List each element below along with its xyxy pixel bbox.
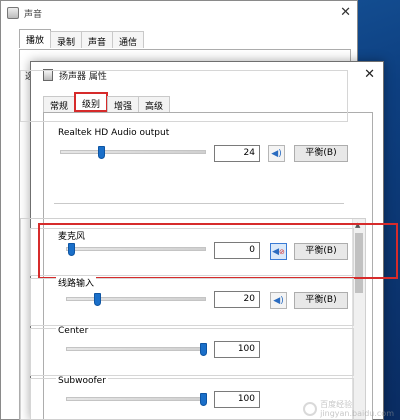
close-icon[interactable]: ✕ [364, 67, 375, 82]
watermark-logo-icon [303, 402, 318, 416]
output-group-box [20, 70, 348, 122]
tab-playback[interactable]: 播放 [19, 29, 52, 48]
sound-window-titlebar[interactable]: 声音 ✕ [1, 1, 357, 25]
center-volume-slider-track[interactable] [66, 347, 206, 351]
subwoofer-volume-field[interactable]: 100 [214, 391, 260, 408]
divider [54, 203, 344, 204]
tab-recording[interactable]: 录制 [50, 31, 83, 48]
line-in-label: 线路输入 [56, 276, 97, 289]
subwoofer-volume-slider-track[interactable] [66, 397, 206, 401]
watermark: 百度经验 jingyan.baidu.com [303, 400, 394, 418]
balance-button[interactable]: 平衡(B) [294, 145, 348, 162]
sound-window-title: 声音 [24, 9, 43, 20]
center-label: Center [56, 326, 91, 336]
line-in-volume-field[interactable]: 20 [214, 291, 260, 308]
subwoofer-volume-slider-thumb[interactable] [200, 393, 207, 406]
sound-tabs: 播放 录制 声音 通信 [19, 29, 145, 48]
speaker-mute-icon[interactable]: ◀) [268, 145, 285, 162]
center-volume-field[interactable]: 100 [214, 341, 260, 358]
output-volume-field[interactable]: 24 [214, 145, 260, 162]
watermark-line2: jingyan.baidu.com [320, 409, 394, 418]
center-volume-slider-thumb[interactable] [200, 343, 207, 356]
output-volume-slider-track[interactable] [60, 150, 206, 154]
microphone-highlight-box [38, 223, 398, 279]
tab-sounds[interactable]: 声音 [81, 31, 114, 48]
output-device-label: Realtek HD Audio output [56, 128, 172, 138]
sound-app-icon [7, 7, 19, 19]
output-volume-slider-thumb[interactable] [98, 146, 105, 159]
tab-communications[interactable]: 通信 [112, 31, 145, 48]
watermark-line1: 百度经验 [320, 400, 353, 409]
line-in-mute-icon[interactable]: ◀) [270, 292, 287, 309]
close-icon[interactable]: ✕ [340, 5, 351, 20]
line-in-volume-slider-track[interactable] [66, 297, 206, 301]
balance-button[interactable]: 平衡(B) [294, 292, 348, 309]
line-in-volume-slider-thumb[interactable] [94, 293, 101, 306]
subwoofer-label: Subwoofer [56, 376, 108, 386]
